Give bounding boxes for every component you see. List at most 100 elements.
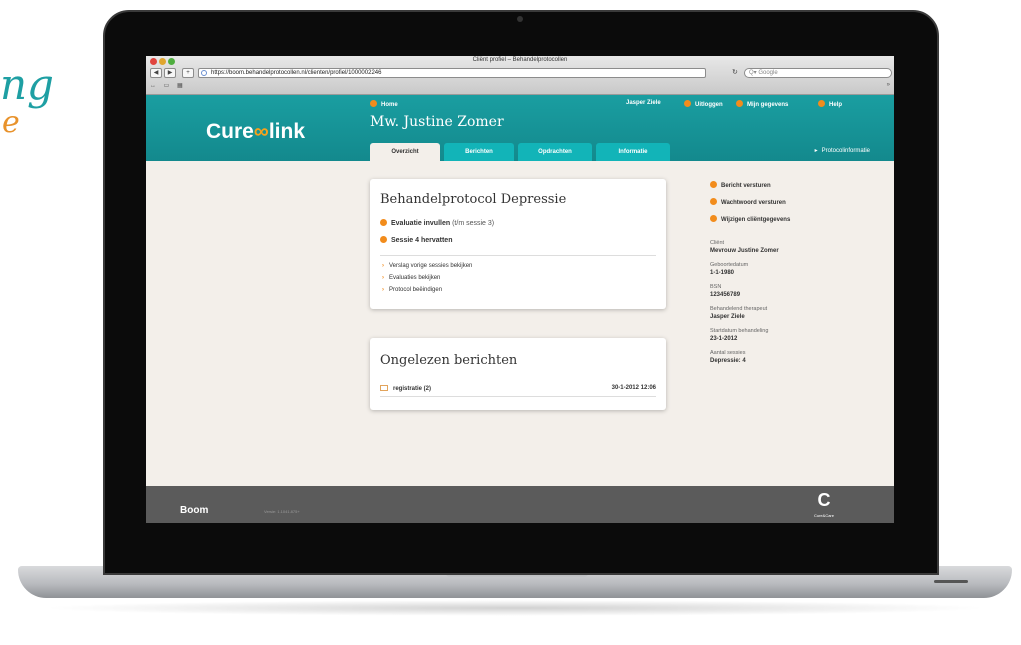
decorative-text: ng e bbox=[0, 60, 54, 140]
start-date-value: 23-1-2012 bbox=[710, 336, 738, 342]
chevron-right-icon: › bbox=[382, 275, 384, 281]
therapist-label: Behandelend therapeut bbox=[710, 306, 768, 312]
arrow-icon bbox=[380, 236, 387, 243]
help-link[interactable]: Help bbox=[818, 100, 842, 108]
infinity-icon: ∞ bbox=[253, 120, 269, 143]
bsn-value: 123456789 bbox=[710, 292, 741, 298]
site-footer: Boom Versie: 1.1041.875+ C Cure&Care bbox=[146, 486, 894, 523]
resume-session-action[interactable]: Sessie 4 hervatten bbox=[380, 236, 452, 244]
logo-text-right: link bbox=[268, 120, 306, 143]
send-message-link[interactable]: Bericht versturen bbox=[710, 181, 771, 189]
bookmarks-more-icon[interactable]: » bbox=[887, 82, 890, 88]
divider bbox=[380, 396, 656, 397]
arrow-icon bbox=[818, 100, 825, 107]
dob-value: 1-1-1980 bbox=[710, 270, 735, 276]
tab-opdrachten[interactable]: Opdrachten bbox=[518, 143, 592, 161]
end-protocol-link[interactable]: › Protocol beëindigen bbox=[382, 287, 442, 293]
back-button[interactable]: ◀ bbox=[150, 68, 162, 78]
message-row[interactable]: registratie (2) 30-1-2012 12:06 bbox=[380, 385, 656, 392]
home-link-label: Home bbox=[381, 102, 398, 108]
therapist-value: Jasper Ziele bbox=[710, 314, 745, 320]
send-password-label: Wachtwoord versturen bbox=[721, 200, 786, 206]
decor-line-1: ng bbox=[0, 60, 54, 109]
user-name: Jasper Ziele bbox=[626, 100, 661, 106]
bsn-info: BSN 123456789 bbox=[710, 284, 740, 298]
reload-icon[interactable]: ↻ bbox=[732, 68, 740, 78]
sessions-info: Aantal sessies Depressie: 4 bbox=[710, 350, 746, 364]
therapist-info: Behandelend therapeut Jasper Ziele bbox=[710, 306, 767, 320]
chevron-right-icon: › bbox=[382, 263, 384, 269]
protocol-title: Behandelprotocol Depressie bbox=[380, 192, 567, 207]
my-data-link[interactable]: Mijn gegevens bbox=[736, 100, 788, 108]
edit-client-label: Wijzigen cliëntgegevens bbox=[721, 217, 791, 223]
decor-line-2: e bbox=[2, 105, 20, 140]
evaluation-action-label: Evaluatie invullen bbox=[391, 220, 451, 227]
edit-client-link[interactable]: Wijzigen cliëntgegevens bbox=[710, 215, 790, 223]
protocol-card: Behandelprotocol Depressie Evaluatie inv… bbox=[370, 179, 666, 309]
laptop-indicator bbox=[934, 580, 968, 583]
patient-name: Mw. Justine Zomer bbox=[370, 114, 504, 130]
home-link[interactable]: Home bbox=[370, 100, 398, 108]
evaluation-action[interactable]: Evaluatie invullen (t/m sessie 3) bbox=[380, 219, 494, 227]
chevron-right-icon: › bbox=[382, 287, 384, 293]
address-bar[interactable]: https://boom.behandelprotocollen.nl/clie… bbox=[198, 68, 706, 78]
protocol-info-link[interactable]: ▸ Protocolinformatie bbox=[815, 147, 870, 154]
forward-button[interactable]: ▶ bbox=[164, 68, 176, 78]
evaluation-note: (t/m sessie 3) bbox=[452, 220, 495, 227]
view-evaluations-link[interactable]: › Evaluaties bekijken bbox=[382, 275, 440, 281]
address-text: https://boom.behandelprotocollen.nl/clie… bbox=[211, 70, 382, 76]
arrow-icon bbox=[736, 100, 743, 107]
send-password-link[interactable]: Wachtwoord versturen bbox=[710, 198, 786, 206]
logout-label: Uitloggen bbox=[695, 102, 723, 108]
stage: ng e Cliënt profiel – Behandelprotocolle… bbox=[0, 0, 1021, 645]
start-date-info: Startdatum behandeling 23-1-2012 bbox=[710, 328, 768, 342]
cure-and-care-text: Cure&Care bbox=[813, 513, 834, 518]
divider bbox=[380, 255, 656, 256]
curelink-logo[interactable]: Cure∞link bbox=[206, 120, 305, 144]
resume-session-label: Sessie 4 hervatten bbox=[391, 237, 453, 244]
screen: Cliënt profiel – Behandelprotocollen ◀ ▶… bbox=[146, 56, 894, 523]
help-label: Help bbox=[829, 102, 843, 108]
arrow-icon bbox=[370, 100, 377, 107]
boom-logo[interactable]: Boom bbox=[180, 505, 208, 516]
arrow-icon bbox=[380, 219, 387, 226]
window-title: Cliënt profiel – Behandelprotocollen bbox=[472, 57, 568, 63]
camera-icon bbox=[517, 16, 523, 22]
version-text: Versie: 1.1041.875+ bbox=[264, 509, 300, 514]
laptop-shadow bbox=[40, 600, 990, 616]
messages-title: Ongelezen berichten bbox=[380, 353, 518, 368]
add-bookmark-button[interactable]: + bbox=[182, 68, 194, 78]
view-reports-label: Verslag vorige sessies bekijken bbox=[389, 263, 473, 269]
tab-berichten[interactable]: Berichten bbox=[444, 143, 514, 161]
browser-chrome: Cliënt profiel – Behandelprotocollen ◀ ▶… bbox=[146, 56, 894, 95]
cure-and-care-logo[interactable]: C bbox=[812, 490, 836, 511]
client-info: Cliënt Mevrouw Justine Zomer bbox=[710, 240, 779, 254]
bsn-label: BSN bbox=[710, 284, 722, 290]
send-message-label: Bericht versturen bbox=[721, 183, 771, 189]
arrow-right-icon: ▸ bbox=[814, 148, 818, 154]
envelope-icon bbox=[380, 385, 388, 391]
dob-info: Geboortedatum 1-1-1980 bbox=[710, 262, 748, 276]
client-label: Cliënt bbox=[710, 240, 725, 246]
search-input[interactable]: Q▾ Google bbox=[744, 68, 892, 78]
sessions-label: Aantal sessies bbox=[710, 350, 746, 356]
bookmarks-bar-icons[interactable]: ↔ ▭ ▦ bbox=[150, 82, 186, 89]
arrow-icon bbox=[710, 198, 717, 205]
unread-messages-card: Ongelezen berichten registratie (2) 30-1… bbox=[370, 338, 666, 410]
logo-text-left: Cure bbox=[206, 120, 254, 143]
logout-link[interactable]: Uitloggen bbox=[684, 100, 723, 108]
message-date: 30-1-2012 12:06 bbox=[611, 385, 656, 391]
tab-overzicht[interactable]: Overzicht bbox=[370, 143, 440, 161]
arrow-icon bbox=[684, 100, 691, 107]
arrow-icon bbox=[710, 215, 717, 222]
site-icon bbox=[201, 70, 207, 76]
client-value: Mevrouw Justine Zomer bbox=[710, 248, 779, 254]
tab-informatie[interactable]: Informatie bbox=[596, 143, 670, 161]
sessions-value: Depressie: 4 bbox=[710, 358, 746, 364]
site-header: Cure∞link Home Jasper Ziele Uitloggen Mi… bbox=[146, 95, 894, 161]
end-protocol-label: Protocol beëindigen bbox=[389, 287, 443, 293]
view-evaluations-label: Evaluaties bekijken bbox=[389, 275, 441, 281]
view-reports-link[interactable]: › Verslag vorige sessies bekijken bbox=[382, 263, 472, 269]
message-subject: registratie (2) bbox=[393, 386, 432, 392]
arrow-icon bbox=[710, 181, 717, 188]
